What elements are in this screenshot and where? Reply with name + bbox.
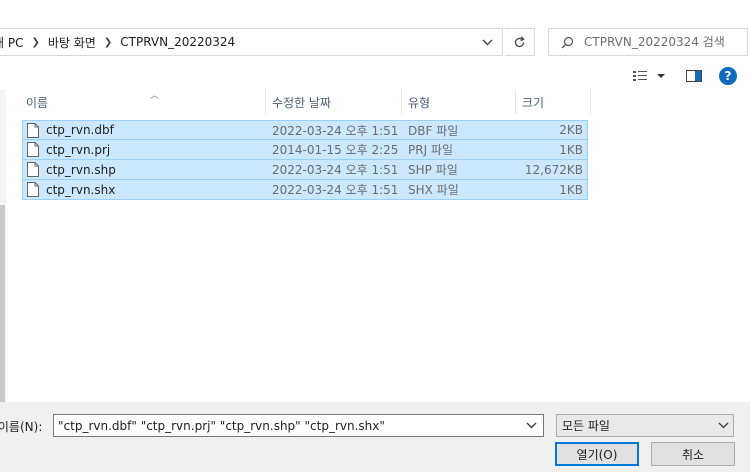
filename-input[interactable] (54, 418, 519, 433)
column-header-name[interactable]: 이름 ︿ (20, 90, 266, 114)
file-row[interactable]: ctp_rvn.dbf 2022-03-24 오후 1:51 DBF 파일 2K… (22, 120, 588, 140)
cancel-button[interactable]: 취소 (651, 442, 735, 466)
file-rows: ctp_rvn.dbf 2022-03-24 오후 1:51 DBF 파일 2K… (22, 120, 588, 200)
chevron-down-icon (718, 415, 729, 436)
refresh-button[interactable] (505, 28, 535, 56)
preview-pane-button[interactable] (685, 67, 703, 85)
file-row[interactable]: ctp_rvn.prj 2014-01-15 오후 2:25 PRJ 파일 1K… (22, 140, 588, 160)
filename-combobox[interactable] (53, 414, 544, 437)
file-date: 2022-03-24 오후 1:51 (272, 163, 399, 177)
view-toggle-icon (633, 71, 647, 81)
search-input[interactable] (584, 35, 744, 49)
file-size: 12,672KB (524, 162, 583, 177)
file-name-cell: ctp_rvn.shp (27, 162, 116, 177)
open-button[interactable]: 열기(O) (555, 442, 639, 466)
command-bar: ? (0, 62, 750, 90)
file-name-cell: ctp_rvn.prj (27, 142, 110, 157)
breadcrumb-folder[interactable]: CTPRVN_20220324 (118, 29, 237, 55)
breadcrumb-this-pc[interactable]: 내 PC (0, 29, 25, 55)
file-date: 2022-03-24 오후 1:51 (272, 183, 399, 197)
filetype-select[interactable]: 모든 파일 (556, 414, 734, 437)
file-name: ctp_rvn.shp (46, 162, 116, 177)
breadcrumb-desktop[interactable]: 바탕 화면 (46, 29, 98, 55)
chevron-down-icon (657, 74, 665, 78)
file-name-cell: ctp_rvn.dbf (27, 122, 114, 138)
file-row[interactable]: ctp_rvn.shx 2022-03-24 오후 1:51 SHX 파일 1K… (22, 180, 588, 200)
cancel-button-label: 취소 (681, 447, 705, 462)
chevron-down-icon (482, 39, 492, 45)
file-row[interactable]: ctp_rvn.shp 2022-03-24 오후 1:51 SHP 파일 12… (22, 160, 588, 180)
help-icon: ? (724, 69, 732, 83)
address-history-dropdown[interactable] (472, 29, 502, 55)
file-icon (27, 142, 39, 157)
file-date: 2022-03-24 오후 1:51 (272, 123, 399, 138)
column-header-size[interactable]: 크기 (516, 90, 591, 114)
filetype-value: 모든 파일 (562, 419, 610, 433)
address-bar[interactable]: 내 PC ❯ 바탕 화면 ❯ CTPRVN_20220324 (0, 28, 503, 56)
chevron-down-icon (526, 422, 536, 429)
search-icon (561, 36, 574, 48)
column-label: 크기 (522, 95, 545, 110)
column-header-type[interactable]: 유형 (402, 90, 516, 114)
filename-dropdown-button[interactable] (521, 415, 541, 436)
refresh-icon (514, 35, 525, 47)
preview-pane-icon (686, 70, 702, 82)
chevron-right-icon[interactable]: ❯ (25, 37, 45, 48)
file-name: ctp_rvn.shx (46, 182, 116, 197)
column-label: 수정한 날짜 (272, 95, 332, 110)
open-button-label: 열기(O) (576, 447, 618, 462)
file-type: DBF 파일 (408, 123, 459, 138)
address-row: 내 PC ❯ 바탕 화면 ❯ CTPRVN_20220324 (0, 0, 750, 62)
chevron-right-icon[interactable]: ❯ (98, 37, 118, 48)
file-type: SHX 파일 (408, 183, 459, 197)
filename-label: 파일 이름(N): (0, 420, 43, 434)
file-type: SHP 파일 (408, 163, 458, 177)
file-name-cell: ctp_rvn.shx (27, 182, 115, 197)
change-view-button[interactable] (632, 67, 668, 85)
help-button[interactable]: ? (719, 67, 737, 85)
file-name: ctp_rvn.prj (46, 142, 111, 157)
column-header-date[interactable]: 수정한 날짜 (266, 90, 402, 114)
file-size: 1KB (559, 182, 583, 197)
file-size: 1KB (559, 142, 583, 157)
file-icon (27, 122, 39, 138)
file-icon (27, 182, 39, 197)
dialog-footer: 파일 이름(N): 모든 파일 열기(O) 취소 (0, 402, 750, 472)
file-name: ctp_rvn.dbf (46, 123, 114, 137)
file-icon (27, 162, 39, 177)
column-label: 유형 (408, 95, 431, 110)
column-headers: 이름 ︿ 수정한 날짜 유형 크기 (6, 90, 750, 114)
search-box[interactable] (548, 28, 748, 56)
file-type: PRJ 파일 (408, 143, 454, 157)
column-label: 이름 (26, 95, 49, 110)
file-list: 이름 ︿ 수정한 날짜 유형 크기 ctp_rvn.dbf 2022-03-24… (6, 90, 750, 402)
sort-up-icon: ︿ (150, 91, 160, 101)
file-size: 2KB (559, 123, 583, 137)
file-date: 2014-01-15 오후 2:25 (272, 143, 399, 157)
